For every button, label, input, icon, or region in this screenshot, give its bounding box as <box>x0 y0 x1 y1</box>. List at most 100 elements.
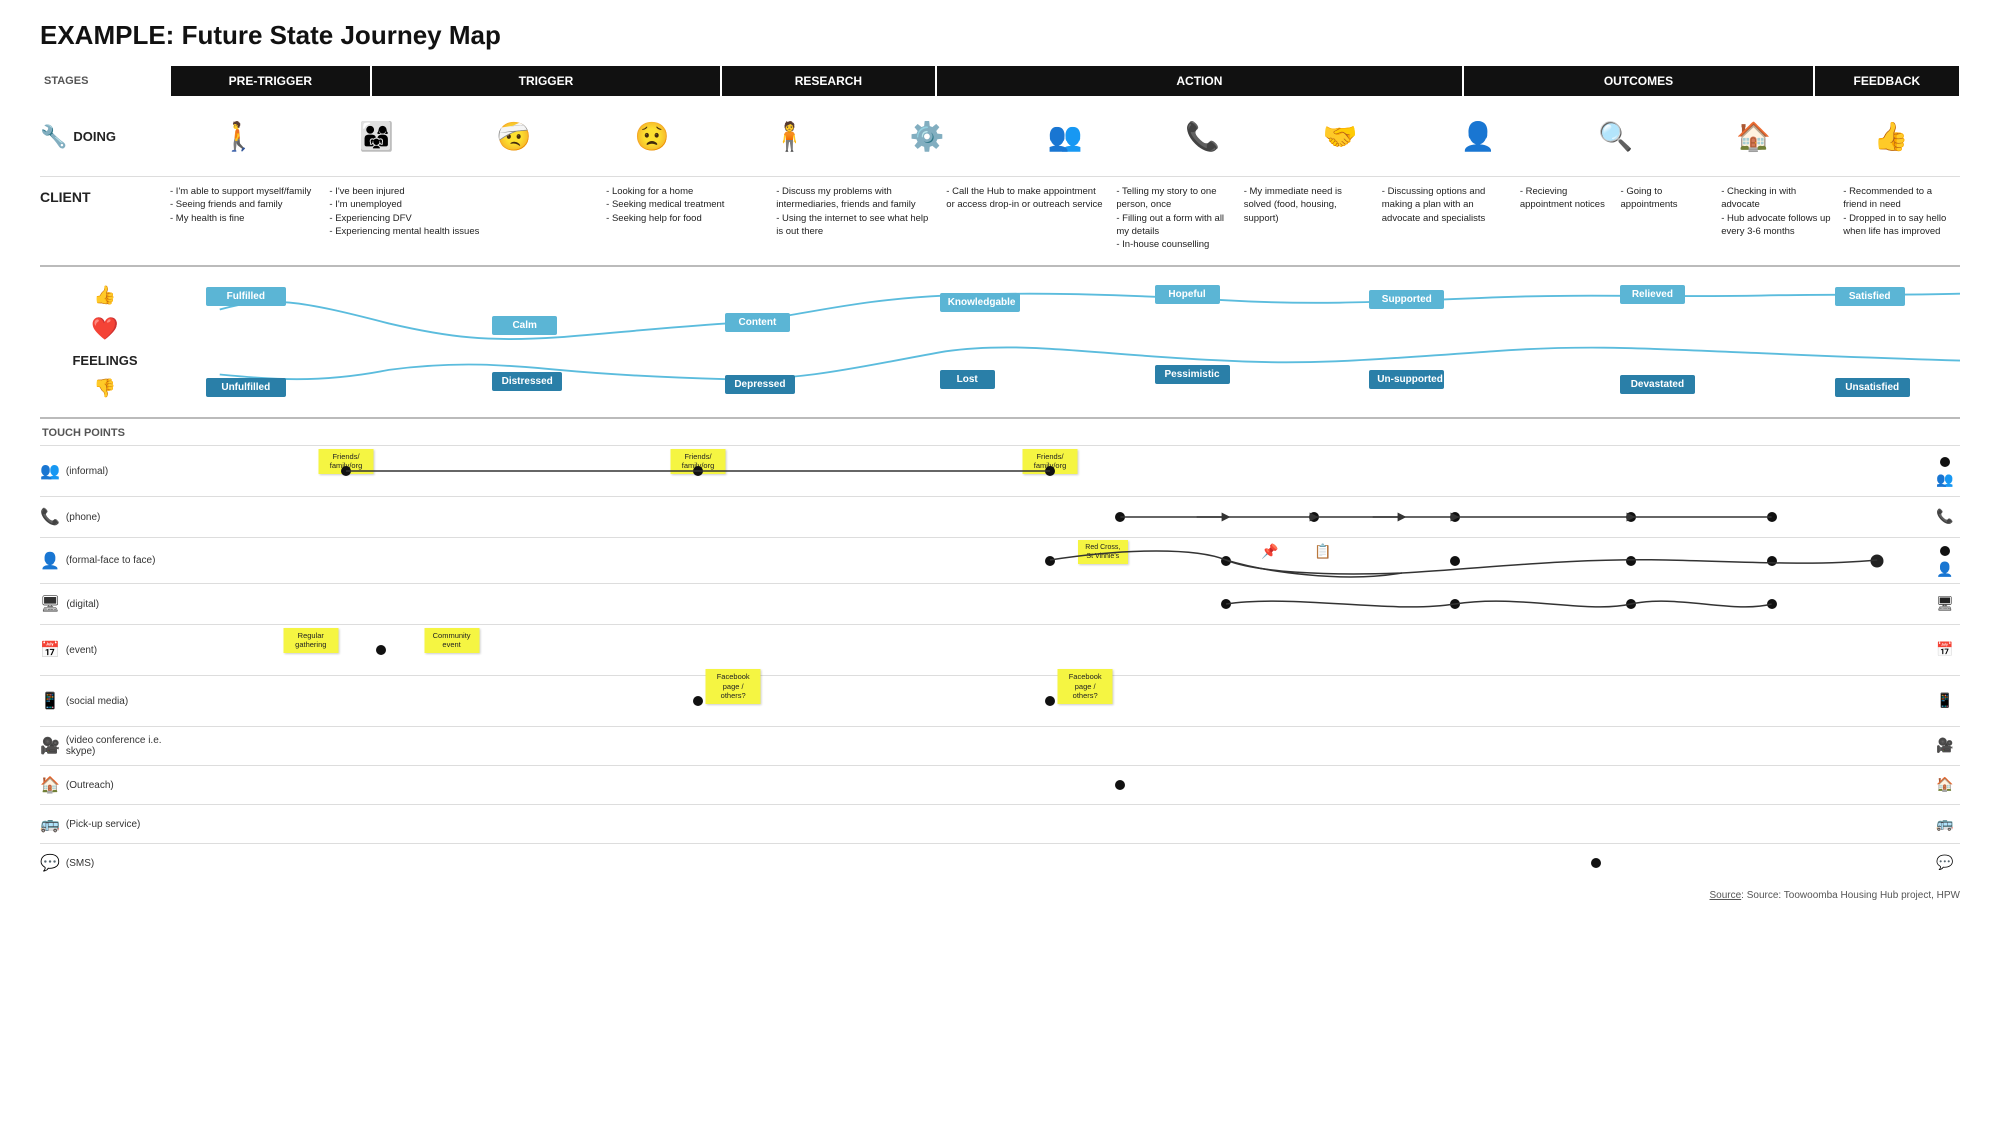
touchpoints-header: TOUCH POINTS <box>40 427 1960 439</box>
dot-phone-1 <box>1115 512 1125 522</box>
tp-row-informal: 👥 (informal) Friends/family/org Friends/… <box>40 445 1960 496</box>
client-col-trigger: - I've been injured- I'm unemployed- Exp… <box>329 185 606 238</box>
tp-content-event: Regulargathering Communityevent <box>170 625 1930 675</box>
client-col-feedback: - Recommended to a friend in need- Dropp… <box>1843 185 1960 238</box>
feeling-content: Content <box>725 313 790 332</box>
client-label: CLIENT <box>40 185 170 205</box>
dot-informal-1 <box>341 466 351 476</box>
client-col-action1: - Call the Hub to make appointment or ac… <box>946 185 1116 212</box>
sms-icon: 💬 <box>40 853 60 873</box>
tp-row-social: 📱 (social media) Facebookpage /others? F… <box>40 675 1960 726</box>
tp-right-social: 📱 <box>1930 692 1960 710</box>
digital-icon: 🖥 <box>40 594 60 614</box>
stage-trigger: TRIGGER <box>371 65 722 97</box>
dot-informal-2 <box>693 466 703 476</box>
feeling-unfulfilled: Unfulfilled <box>206 378 286 397</box>
client-col-action3: - My immediate need is solved (food, hou… <box>1244 185 1382 225</box>
dot-digital-2 <box>1450 599 1460 609</box>
dot-digital-4 <box>1767 599 1777 609</box>
tp-row-phone: 📞 (phone) <box>40 496 1960 537</box>
feelings-label-col: 👍 ❤️ FEELINGS 👎 <box>40 277 170 407</box>
stage-research: RESEARCH <box>721 65 935 97</box>
phone-svg <box>170 497 1930 537</box>
dot-social-2 <box>1045 696 1055 706</box>
client-col-action2: - Telling my story to one person, once- … <box>1116 185 1243 251</box>
feeling-hopeful: Hopeful <box>1155 285 1220 304</box>
stages-label: STAGES <box>40 65 170 97</box>
group-icon: 👤 <box>1461 120 1496 153</box>
doing-icons-row: 🚶 👨‍👩‍👧 🤕 😟 🧍 ⚙️ 👥 📞 🤝 👤 🔍 🏠 👍 <box>170 120 1960 153</box>
social-icon: 📱 <box>40 691 60 711</box>
event-label: (event) <box>66 645 97 656</box>
tp-label-informal: 👥 (informal) <box>40 461 170 481</box>
tp-right-digital: 🖥 <box>1930 595 1960 613</box>
research-icon: ⚙️ <box>910 120 945 153</box>
tp-right-event: 📅 <box>1930 641 1960 659</box>
tp-label-phone: 📞 (phone) <box>40 507 170 527</box>
dot-phone-5 <box>1767 512 1777 522</box>
source-line: Source: Source: Toowoomba Housing Hub pr… <box>40 882 1960 901</box>
dot-formal-3 <box>1450 556 1460 566</box>
client-col-outcomes2: - Going to appointments <box>1621 185 1722 212</box>
client-col-pretrigger: - I'm able to support myself/family- See… <box>170 185 329 225</box>
dot-formal-2 <box>1221 556 1231 566</box>
dot-phone-4 <box>1626 512 1636 522</box>
dot-formal-5 <box>1767 556 1777 566</box>
digital-label: (digital) <box>66 599 99 610</box>
dot-social-1 <box>693 696 703 706</box>
stages-row: STAGES PRE-TRIGGER TRIGGER RESEARCH ACTI… <box>40 65 1960 97</box>
event-right-icon: 📅 <box>1936 641 1953 657</box>
client-col-research: - Looking for a home- Seeking medical tr… <box>606 185 776 225</box>
tp-row-sms: 💬 (SMS) 💬 <box>40 843 1960 882</box>
dot-formal-4 <box>1626 556 1636 566</box>
feeling-fulfilled: Fulfilled <box>206 287 286 306</box>
digital-right-icon: 🖥 <box>1936 595 1954 611</box>
feeling-supported: Supported <box>1369 290 1444 309</box>
dot-phone-3 <box>1450 512 1460 522</box>
tp-label-pickup: 🚌 (Pick-up service) <box>40 814 170 834</box>
tp-content-digital <box>170 584 1930 624</box>
review-icon: 🔍 <box>1598 120 1633 153</box>
pickup-icon: 🚌 <box>40 814 60 834</box>
standing-icon: 🧍 <box>772 120 807 153</box>
formal-icon: 👤 <box>40 551 60 571</box>
video-right-icon: 🎥 <box>1936 737 1953 753</box>
dot-formal-end <box>1871 554 1884 567</box>
tp-content-phone <box>170 497 1930 537</box>
doing-label: 🔧 DOING <box>40 124 170 150</box>
sticky-facebook2: Facebookpage /others? <box>1058 669 1113 704</box>
touchpoints-section: TOUCH POINTS 👥 (informal) Friends/family… <box>40 419 1960 882</box>
feeling-relieved: Relieved <box>1620 285 1685 304</box>
thumbs-icon: 👍 <box>1874 120 1909 153</box>
tp-right-informal: 👥 <box>1930 453 1960 489</box>
sms-label: (SMS) <box>66 858 94 869</box>
dot-informal-3 <box>1045 466 1055 476</box>
tp-right-outreach: 🏠 <box>1930 776 1960 794</box>
feelings-chart: Fulfilled Calm Content Knowledgable Hope… <box>170 277 1960 407</box>
tp-row-event: 📅 (event) Regulargathering Communityeven… <box>40 624 1960 675</box>
tp-content-formal: Red Cross,St Vinnie's 📌 📋 <box>170 538 1930 583</box>
video-icon: 🎥 <box>40 736 60 756</box>
page-title: EXAMPLE: Future State Journey Map <box>40 20 1960 51</box>
tp-content-sms <box>170 844 1930 882</box>
thumbs-up-icon: 👍 <box>94 285 116 306</box>
tp-row-outreach: 🏠 (Outreach) 🏠 <box>40 765 1960 804</box>
dot-outreach-1 <box>1115 780 1125 790</box>
house-icon: 🏠 <box>1736 120 1771 153</box>
client-col-outcomes3: - Checking in with advocate- Hub advocat… <box>1721 185 1843 238</box>
sticky-facebook1: Facebookpage /others? <box>706 669 761 704</box>
sms-right-icon: 💬 <box>1936 854 1953 870</box>
tp-content-video <box>170 727 1930 765</box>
tp-row-digital: 🖥 (digital) 🖥 <box>40 583 1960 624</box>
stage-feedback: FEEDBACK <box>1814 65 1960 97</box>
tp-content-pickup <box>170 805 1930 843</box>
tp-right-pickup: 🚌 <box>1930 815 1960 833</box>
tp-label-sms: 💬 (SMS) <box>40 853 170 873</box>
outreach-right-icon: 🏠 <box>1936 776 1953 792</box>
tp-content-informal: Friends/family/org Friends/family/org Fr… <box>170 446 1930 496</box>
client-row: CLIENT - I'm able to support myself/fami… <box>40 177 1960 267</box>
formal-label: (formal-face to face) <box>66 555 155 566</box>
video-label: (video conference i.e. skype) <box>66 735 170 757</box>
walking-icon: 🚶 <box>221 120 256 153</box>
tp-label-outreach: 🏠 (Outreach) <box>40 775 170 795</box>
